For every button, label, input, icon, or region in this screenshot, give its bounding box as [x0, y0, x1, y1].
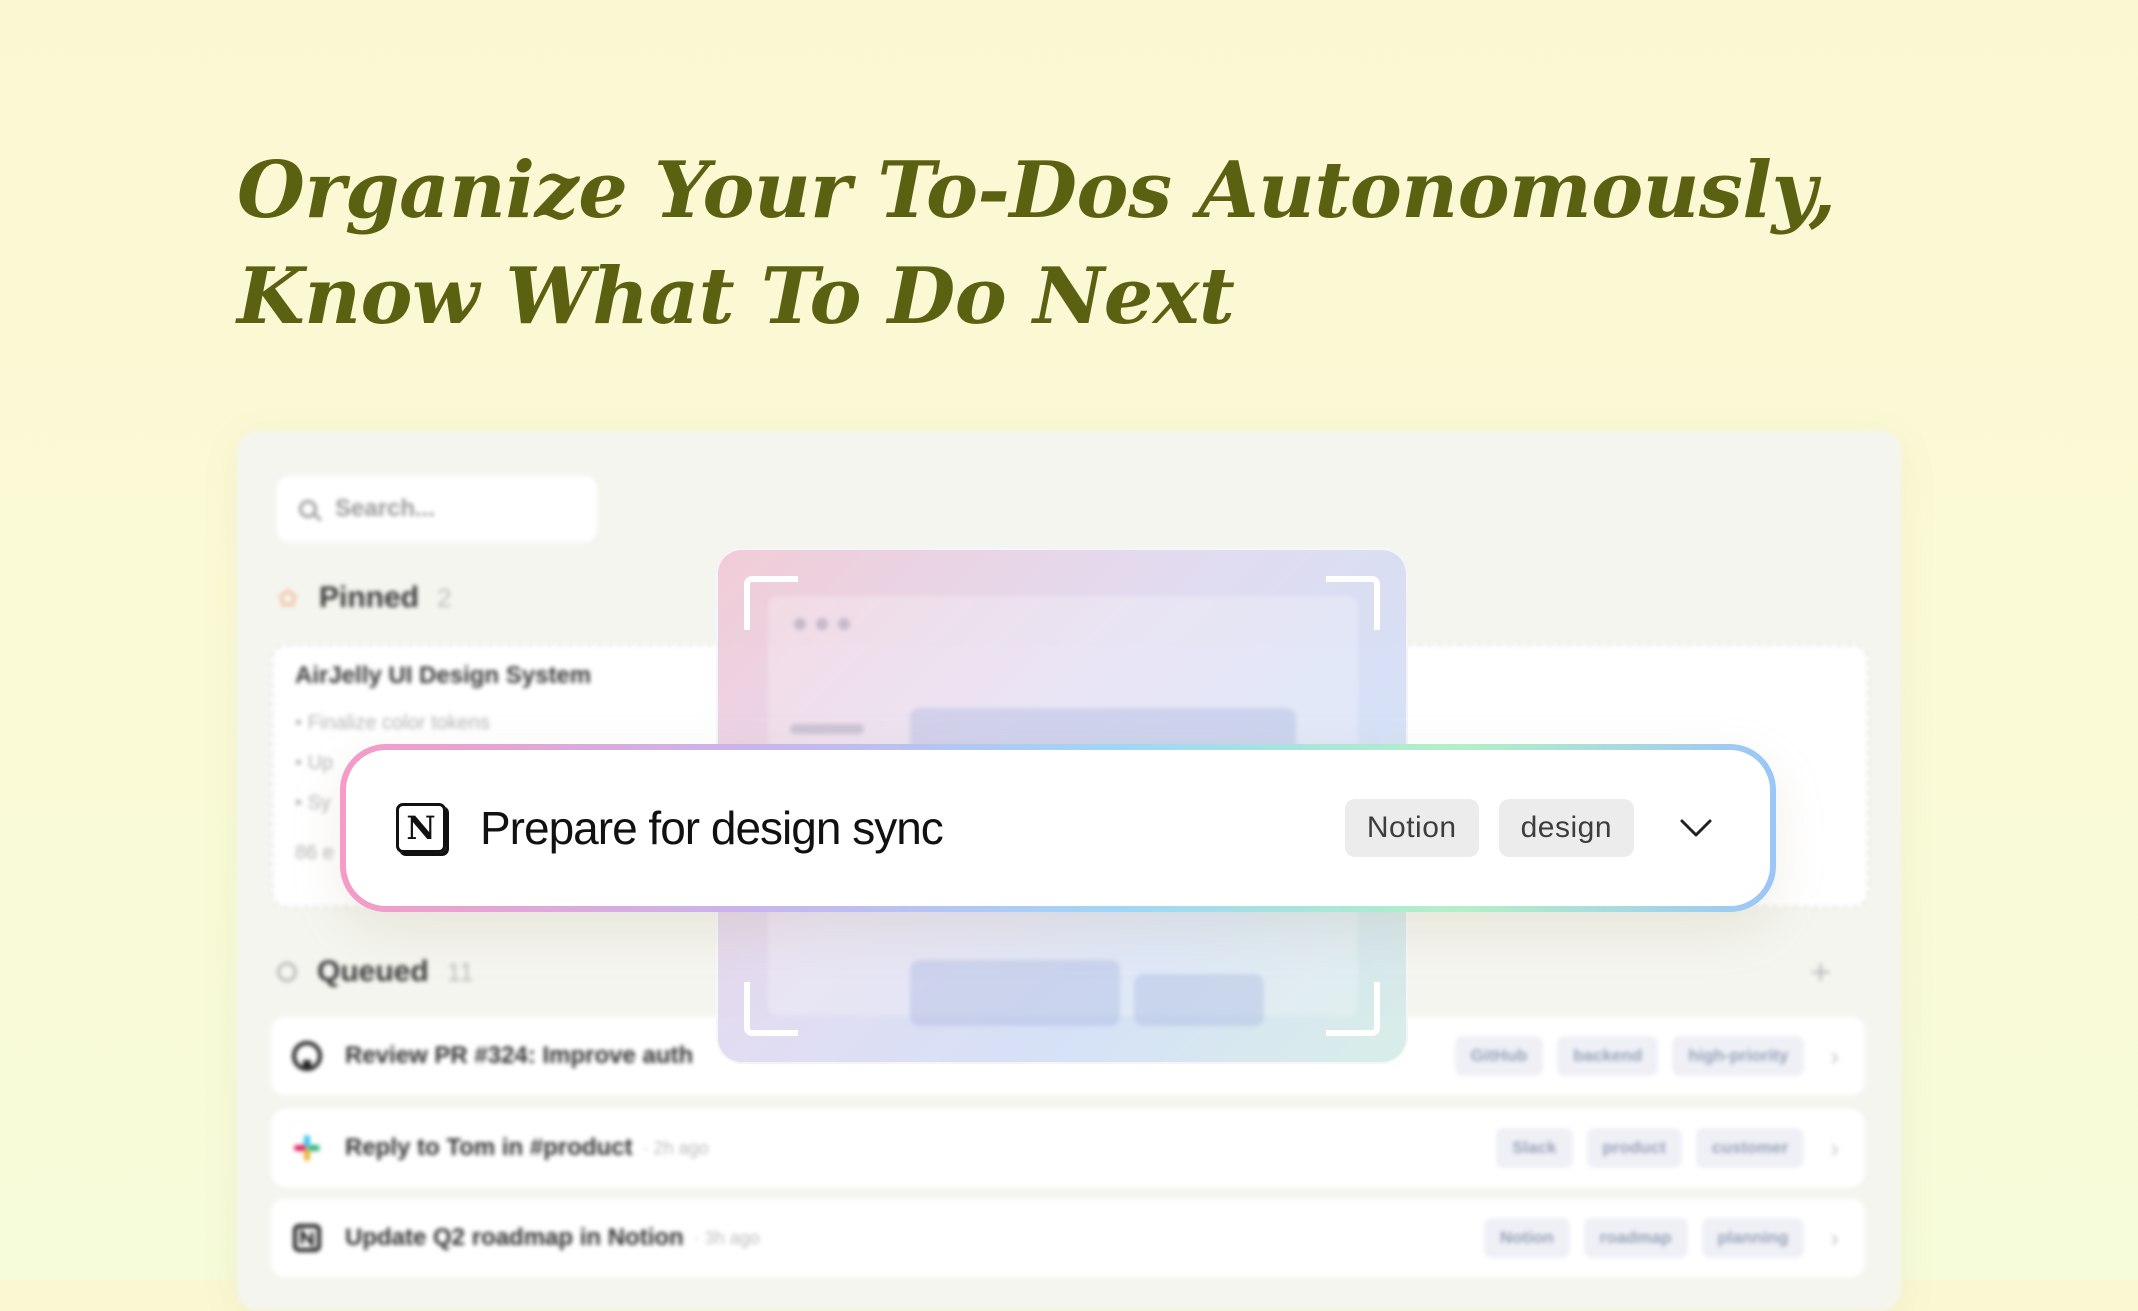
notion-icon [293, 1224, 321, 1252]
featured-task-body: N Prepare for design sync Notion design [346, 750, 1770, 906]
queue-circle-icon [277, 962, 297, 982]
preview-block [1134, 974, 1264, 1026]
corner-bracket-icon [1326, 576, 1380, 630]
headline: Organize Your To-Dos Autonomously, Know … [237, 138, 1937, 350]
corner-bracket-icon [1326, 982, 1380, 1036]
chevron-down-icon[interactable] [1666, 798, 1726, 858]
task-time: · 3h ago [693, 1227, 760, 1248]
task-row[interactable]: Reply to Tom in #product · 2h ago Slack … [271, 1109, 1865, 1187]
featured-task-title: Prepare for design sync [480, 802, 944, 854]
pinned-card-item: • Finalize color tokens [295, 712, 490, 734]
tag[interactable]: Notion [1483, 1218, 1570, 1258]
featured-task-tags: Notion design [1344, 799, 1634, 857]
tag-design[interactable]: design [1498, 799, 1634, 857]
corner-bracket-icon [744, 982, 798, 1036]
task-title: Reply to Tom in #product [345, 1134, 633, 1161]
preview-block [910, 960, 1120, 1026]
search-input[interactable]: Search... [277, 476, 597, 542]
queued-label: Queued [317, 955, 429, 988]
tag[interactable]: Slack [1496, 1128, 1573, 1168]
task-tags: Notion roadmap planning [1483, 1218, 1805, 1258]
pin-icon: ✩ [277, 583, 299, 613]
task-tags: Slack product customer [1496, 1128, 1805, 1168]
tag[interactable]: high-priority [1672, 1036, 1805, 1076]
preview-line [790, 724, 864, 734]
queued-section-header: Queued 11 [277, 955, 474, 989]
headline-line-2: Know What To Do Next [237, 251, 1235, 342]
search-placeholder: Search... [335, 495, 436, 522]
task-title: Review PR #324: Improve auth [345, 1042, 694, 1069]
task-time: · 2h ago [642, 1137, 709, 1158]
corner-bracket-icon [744, 576, 798, 630]
chevron-right-icon[interactable]: › [1830, 1041, 1839, 1072]
pinned-section-header: ✩ Pinned 2 [277, 581, 451, 615]
tag[interactable]: planning [1701, 1218, 1805, 1258]
github-icon [292, 1041, 322, 1071]
tag[interactable]: product [1586, 1128, 1682, 1168]
queued-count: 11 [446, 956, 474, 987]
add-queued-button[interactable]: + [1810, 951, 1831, 993]
featured-task-card[interactable]: N Prepare for design sync Notion design [340, 744, 1776, 912]
pinned-card-item: • Sy [295, 792, 331, 814]
pinned-label: Pinned [319, 581, 420, 614]
tag[interactable]: roadmap [1583, 1218, 1688, 1258]
chevron-right-icon[interactable]: › [1830, 1133, 1839, 1164]
pinned-card-title: AirJelly UI Design System [295, 662, 592, 689]
window-dots-icon [794, 618, 850, 630]
chevron-right-icon[interactable]: › [1830, 1223, 1839, 1254]
tag-notion[interactable]: Notion [1344, 799, 1479, 857]
task-title: Update Q2 roadmap in Notion [345, 1224, 684, 1251]
tag[interactable]: backend [1557, 1036, 1659, 1076]
headline-line-1: Organize Your To-Dos Autonomously, [237, 145, 1836, 236]
task-row[interactable]: Update Q2 roadmap in Notion · 3h ago Not… [271, 1199, 1865, 1277]
notion-icon: N [396, 803, 446, 853]
pinned-card-item: • Up [295, 752, 334, 774]
pinned-card-meta: 86 e [295, 842, 334, 864]
slack-icon [294, 1135, 320, 1161]
pinned-count: 2 [437, 582, 452, 613]
task-tags: GitHub backend high-priority [1454, 1036, 1805, 1076]
tag[interactable]: customer [1695, 1128, 1805, 1168]
search-icon [299, 500, 317, 518]
tag[interactable]: GitHub [1454, 1036, 1544, 1076]
